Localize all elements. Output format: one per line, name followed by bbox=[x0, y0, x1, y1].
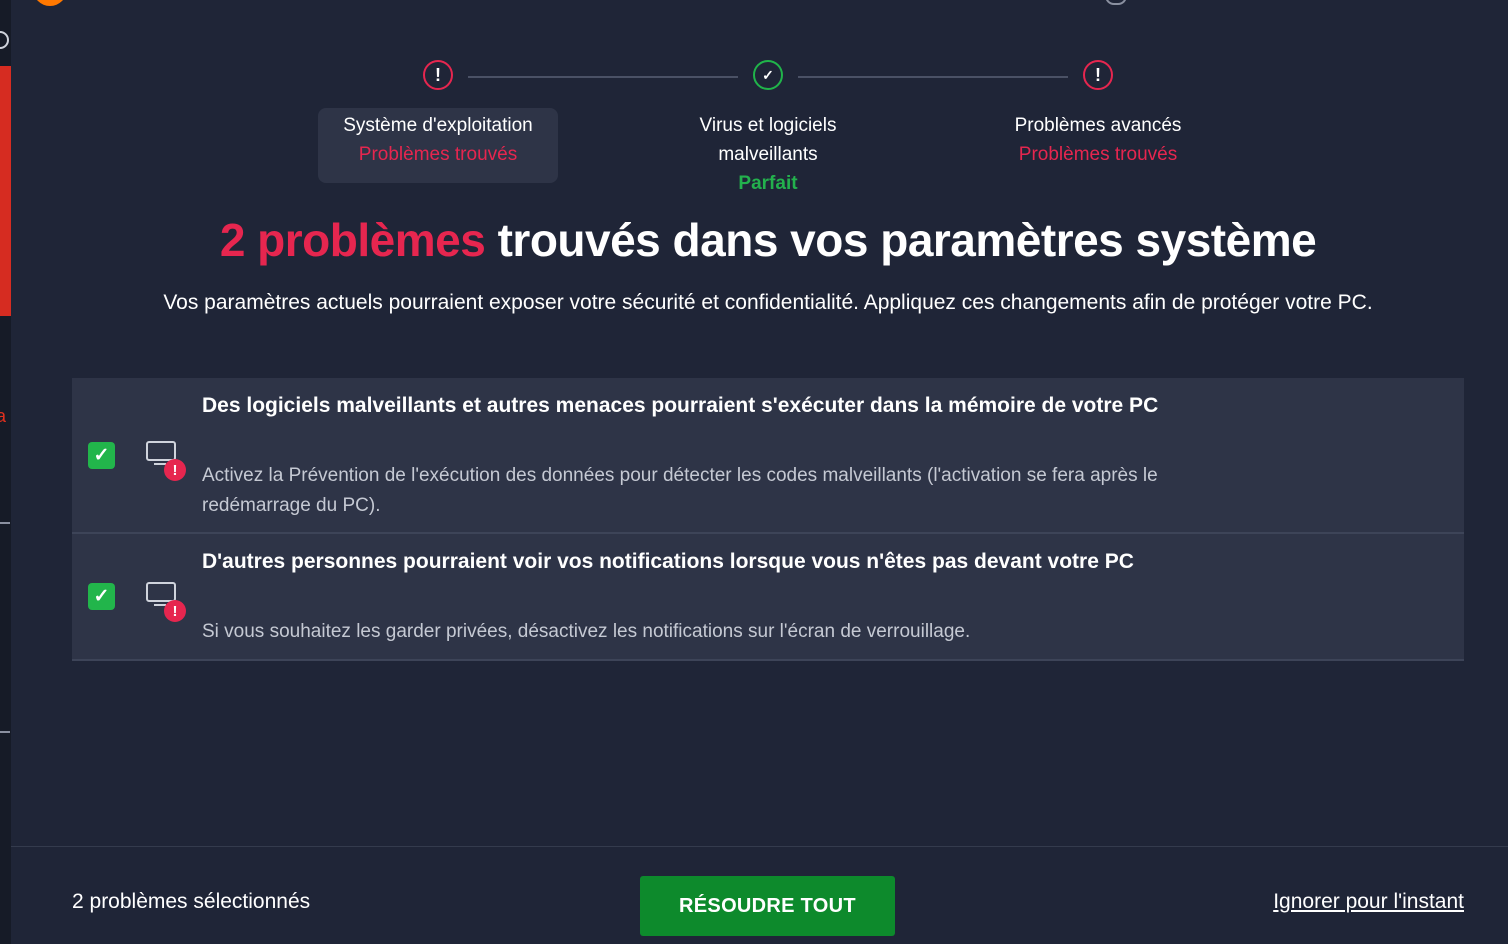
check-icon: ✓ bbox=[93, 445, 110, 466]
issue-description: Activez la Prévention de l'exécution des… bbox=[202, 465, 1158, 516]
monitor-alert-icon: ! bbox=[146, 441, 186, 481]
step-advanced-alert-icon: ! bbox=[1083, 60, 1113, 90]
background-glyph: a bbox=[0, 406, 7, 426]
notification-bell-icon[interactable] bbox=[1105, 0, 1127, 5]
issue-row[interactable]: ✓ ! Des logiciels malveillants et autres… bbox=[72, 378, 1464, 534]
ignore-link[interactable]: Ignorer pour l'instant bbox=[1273, 890, 1464, 914]
issue-title: D'autres personnes pourraient voir vos n… bbox=[202, 550, 1134, 573]
check-icon: ✓ bbox=[93, 586, 110, 607]
resolve-all-button[interactable]: RÉSOUDRE TOUT bbox=[640, 876, 895, 936]
step-advanced-status: Problèmes trouvés bbox=[1018, 144, 1178, 165]
title-rest: trouvés dans vos paramètres système bbox=[485, 214, 1317, 266]
step-os[interactable]: Système d'exploitation Problèmes trouvés bbox=[318, 108, 558, 183]
footer-divider bbox=[11, 846, 1508, 847]
step-os-alert-icon: ! bbox=[423, 60, 453, 90]
monitor-alert-icon: ! bbox=[146, 582, 186, 622]
step-virus-check-icon: ✓ bbox=[753, 60, 783, 90]
step-virus-label-line1: Virus et logiciels bbox=[699, 115, 837, 136]
background-circle-icon bbox=[0, 31, 9, 49]
page-subtitle: Vos paramètres actuels pourraient expose… bbox=[163, 291, 1373, 314]
step-advanced-label: Problèmes avancés bbox=[1014, 115, 1182, 136]
issue-checkbox[interactable]: ✓ bbox=[88, 583, 115, 610]
step-advanced[interactable]: Problèmes avancés Problèmes trouvés bbox=[978, 108, 1218, 169]
background-divider bbox=[0, 522, 10, 524]
step-connector bbox=[468, 76, 738, 78]
step-virus-status: Parfait bbox=[738, 173, 798, 194]
step-connector bbox=[798, 76, 1068, 78]
step-os-status: Problèmes trouvés bbox=[358, 144, 518, 165]
step-os-label: Système d'exploitation bbox=[343, 115, 533, 136]
step-virus-label-line2: malveillants bbox=[718, 144, 818, 165]
scan-progress-steps: ! ✓ ! Système d'exploitation Problèmes t… bbox=[0, 60, 1508, 210]
page-title: 2 problèmes trouvés dans vos paramètres … bbox=[0, 213, 1508, 267]
issue-list: ✓ ! Des logiciels malveillants et autres… bbox=[72, 378, 1464, 661]
background-divider bbox=[0, 731, 10, 733]
selected-count: 2 problèmes sélectionnés bbox=[72, 890, 311, 913]
step-virus[interactable]: Virus et logiciels malveillants Parfait bbox=[648, 108, 888, 198]
issue-title: Des logiciels malveillants et autres men… bbox=[202, 394, 1159, 417]
issue-checkbox[interactable]: ✓ bbox=[88, 442, 115, 469]
issue-description: Si vous souhaitez les garder privées, dé… bbox=[202, 621, 971, 642]
problem-count: 2 problèmes bbox=[219, 214, 486, 266]
issue-row[interactable]: ✓ ! D'autres personnes pourraient voir v… bbox=[72, 534, 1464, 661]
app-logo bbox=[33, 0, 67, 6]
